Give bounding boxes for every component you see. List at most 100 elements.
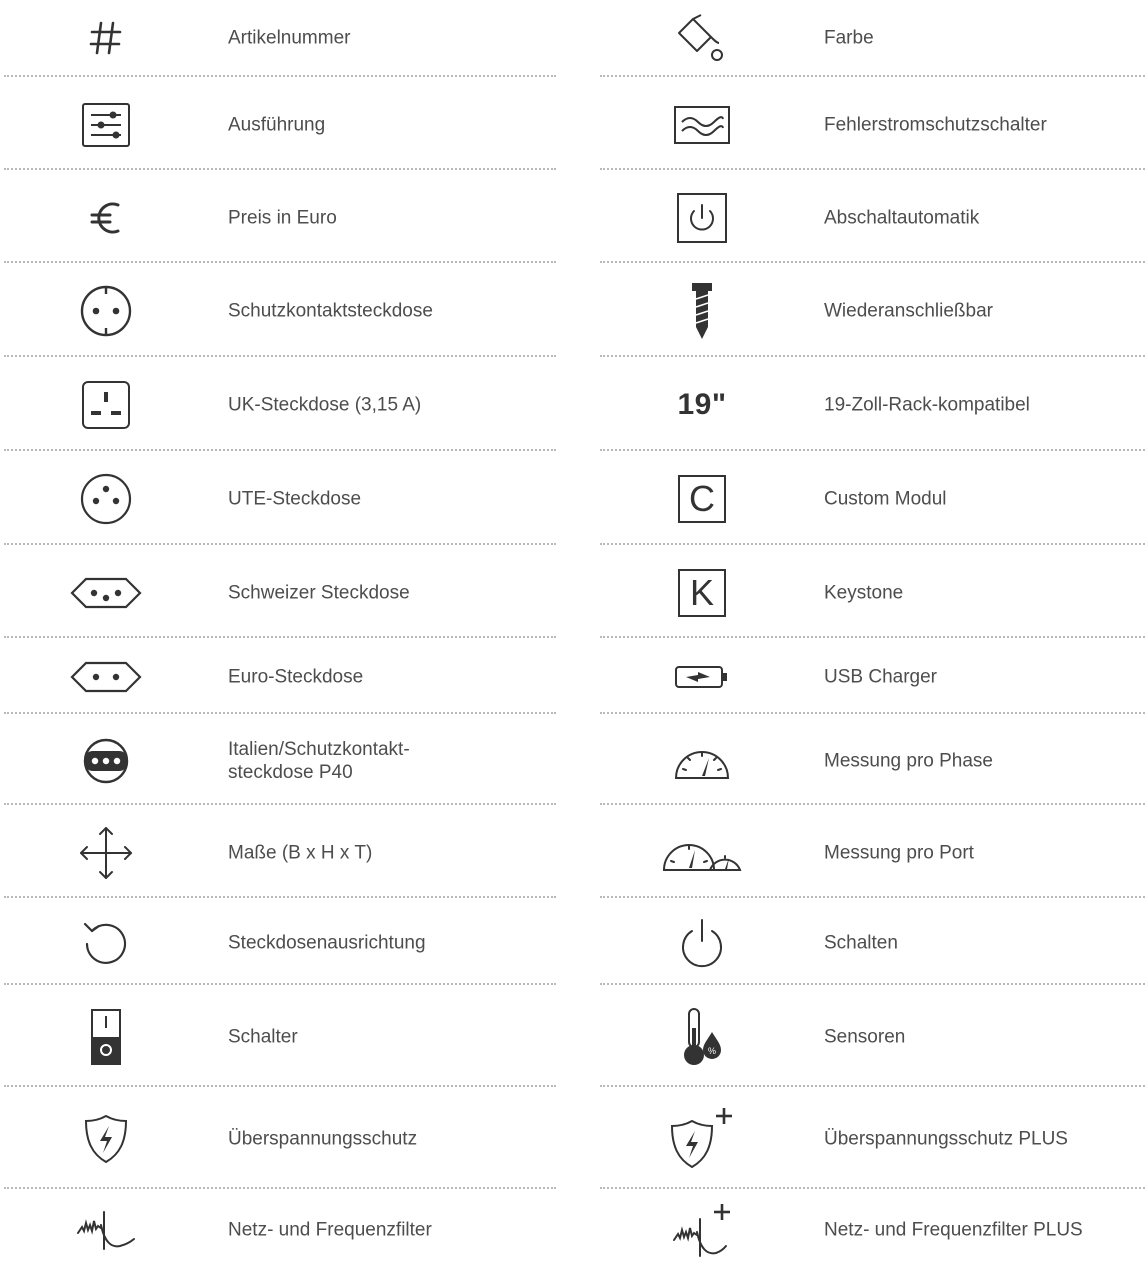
legend-label: Custom Modul	[824, 488, 947, 510]
legend-row-ausfuehrung: Ausführung	[4, 81, 556, 168]
legend-row-messung-phase: Messung pro Phase	[600, 718, 1145, 803]
schuko-socket-icon	[61, 281, 151, 341]
rack-19-icon-text: 19"	[677, 388, 727, 421]
separator	[600, 355, 1145, 357]
legend-label: Euro-Steckdose	[228, 666, 364, 688]
legend-row-messung-port: Messung pro Port	[600, 809, 1145, 896]
power-icon	[657, 913, 747, 973]
legend-row-ueberspannung-plus: Überspannungsschutz PLUS	[600, 1091, 1145, 1187]
legend-row-filter: Netz- und Frequenzfilter	[4, 1193, 556, 1266]
separator	[4, 355, 556, 357]
legend-label: Abschaltautomatik	[824, 207, 980, 228]
separator	[4, 261, 556, 263]
euro-icon	[61, 188, 151, 248]
separator	[4, 168, 556, 170]
legend-row-farbe: Farbe	[600, 0, 1145, 75]
legend-label: Schalter	[228, 1026, 298, 1048]
separator	[4, 896, 556, 898]
separator	[4, 449, 556, 451]
separator	[4, 543, 556, 545]
separator	[600, 261, 1145, 263]
legend-label: Messung pro Port	[824, 842, 974, 863]
legend-label: Sensoren	[824, 1026, 906, 1048]
auto-shutoff-power-icon	[657, 188, 747, 248]
legend-row-italien: Italien/Schutzkontakt- steckdose P40	[4, 718, 556, 803]
gauge-icon	[657, 731, 747, 791]
paint-bucket-icon	[657, 8, 747, 68]
legend-row-abschalt: Abschaltautomatik	[600, 174, 1145, 261]
legend-label: Überspannungsschutz PLUS	[824, 1128, 1068, 1150]
legend-label: Schalten	[824, 932, 898, 953]
legend-row-artikelnummer: Artikelnummer	[4, 0, 556, 75]
separator	[4, 75, 556, 77]
separator	[4, 712, 556, 714]
separator	[600, 75, 1145, 77]
legend-row-schalten: Schalten	[600, 902, 1145, 983]
legend-label: Preis in Euro	[228, 207, 337, 228]
legend-label: Schweizer Steckdose	[228, 582, 410, 603]
swiss-socket-icon	[61, 563, 151, 623]
thermometer-humidity-icon: %	[657, 1007, 747, 1067]
legend-label: Keystone	[824, 582, 904, 603]
legend-row-preis: Preis in Euro	[4, 174, 556, 261]
sliders-icon	[61, 95, 151, 155]
legend-row-schalter: Schalter	[4, 989, 556, 1085]
euro-socket-icon	[61, 647, 151, 707]
surge-shield-icon	[61, 1109, 151, 1169]
legend-row-filter-plus: Netz- und Frequenzfilter PLUS	[600, 1193, 1145, 1266]
legend-row-schuko: Schutzkontaktsteckdose	[4, 267, 556, 355]
legend-row-uk: UK-Steckdose (3,15 A)	[4, 361, 556, 449]
separator	[600, 1187, 1145, 1189]
svg-text:%: %	[708, 1046, 716, 1056]
legend-label: Wiederanschließbar	[824, 300, 993, 322]
legend-label: Steckdosenausrichtung	[228, 932, 426, 953]
ute-socket-icon	[61, 469, 151, 529]
legend-label: Fehlerstromschutzschalter	[824, 114, 1047, 135]
separator	[600, 449, 1145, 451]
legend-row-keystone: K Keystone	[600, 549, 1145, 636]
legend-row-rack: 19" 19-Zoll-Rack-kompatibel	[600, 361, 1145, 449]
usb-charger-battery-icon	[657, 647, 747, 707]
legend-row-ausrichtung: Steckdosenausrichtung	[4, 902, 556, 983]
legend-label: Schutzkontaktsteckdose	[228, 300, 433, 322]
legend-row-wiederanschliessbar: Wiederanschließbar	[600, 267, 1145, 355]
legend-row-masse: Maße (B x H x T)	[4, 809, 556, 896]
legend-row-ute: UTE-Steckdose	[4, 455, 556, 543]
separator	[600, 983, 1145, 985]
legend-label: Netz- und Frequenzfilter	[228, 1219, 432, 1240]
separator	[600, 168, 1145, 170]
separator	[600, 1085, 1145, 1087]
legend-label: USB Charger	[824, 666, 937, 688]
keystone-icon: K	[657, 563, 747, 623]
rack-19-icon: 19"	[657, 375, 747, 435]
legend-label: Italien/Schutzkontakt- steckdose P40	[228, 738, 410, 783]
italian-schuko-socket-icon	[61, 731, 151, 791]
keystone-icon-text: K	[689, 571, 714, 613]
separator	[4, 1187, 556, 1189]
legend-label: Netz- und Frequenzfilter PLUS	[824, 1219, 1083, 1240]
separator	[600, 896, 1145, 898]
separator	[4, 983, 556, 985]
legend-row-sensoren: % Sensoren	[600, 989, 1145, 1085]
rcd-wave-icon	[657, 95, 747, 155]
legend-row-ueberspannung: Überspannungsschutz	[4, 1091, 556, 1187]
legend-label: Messung pro Phase	[824, 750, 993, 771]
separator	[4, 636, 556, 638]
filter-wave-icon	[61, 1200, 151, 1260]
rotate-icon	[61, 913, 151, 973]
legend-row-schweiz: Schweizer Steckdose	[4, 549, 556, 636]
legend-label: 19-Zoll-Rack-kompatibel	[824, 394, 1030, 416]
legend-label: UTE-Steckdose	[228, 488, 362, 510]
legend-label: Ausführung	[228, 114, 326, 135]
custom-module-icon-text: C	[689, 478, 715, 519]
legend-row-fi: Fehlerstromschutzschalter	[600, 81, 1145, 168]
filter-wave-plus-icon	[657, 1200, 747, 1260]
dimensions-arrows-icon	[61, 823, 151, 883]
separator	[600, 636, 1145, 638]
separator	[4, 803, 556, 805]
legend-label: Artikelnummer	[228, 27, 351, 48]
surge-shield-plus-icon	[657, 1108, 747, 1169]
separator	[600, 543, 1145, 545]
rocker-switch-icon	[61, 1007, 151, 1067]
legend-label: Maße (B x H x T)	[228, 842, 373, 863]
